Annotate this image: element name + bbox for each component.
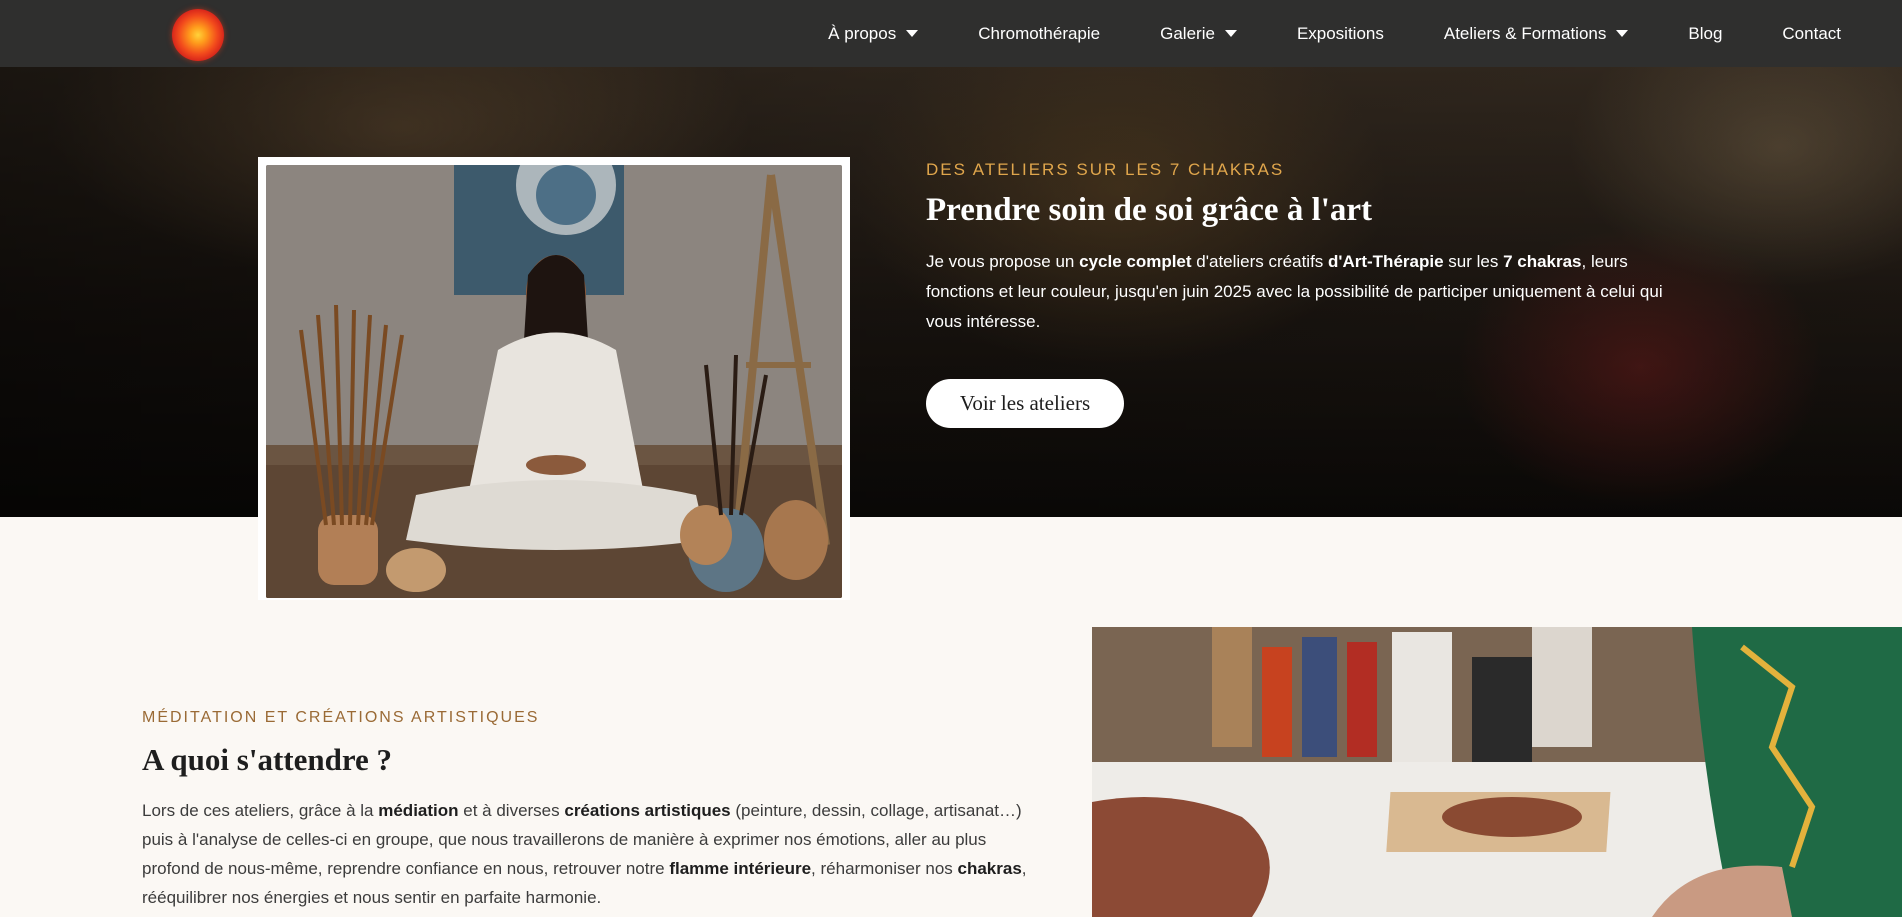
menu-item-label: Expositions [1296,23,1384,43]
hero-title: Prendre soin de soi grâce à l'art [926,192,1373,228]
menu-item-a-propos[interactable]: À propos [828,23,919,44]
logo-sun-icon[interactable] [172,9,224,61]
menu-item-chromotherapie[interactable]: Chromothérapie [978,24,1100,44]
menu-item-expositions[interactable]: Expositions [1297,24,1384,44]
menu-item-contact[interactable]: Contact [1782,24,1841,44]
text-bold: d'Art-Thérapie [1328,252,1444,271]
text-bold: cycle complet [1079,252,1192,271]
hero-eyebrow: DES ATELIERS SUR LES 7 CHAKRAS [926,160,1285,179]
text-run: Lors de ces ateliers, grâce à la [142,801,379,820]
text-run: d'ateliers créatifs [1191,252,1329,271]
section-title: A quoi s'attendre ? [142,742,393,777]
hero-description: Je vous propose un cycle complet d'ateli… [926,247,1666,337]
menu-item-label: À propos [828,23,897,43]
menu-item-galerie[interactable]: Galerie [1160,24,1237,44]
caret-down-icon [1616,30,1629,37]
menu-item-label: Contact [1782,23,1841,43]
text-bold: médiation [378,801,459,820]
text-bold: chakras [957,859,1022,878]
meditation-illustration [266,165,842,598]
text-bold: flamme intérieure [669,859,812,878]
main-menu: À propos Chromothérapie Galerie Expositi… [828,0,1841,67]
workshop-illustration [1092,627,1902,917]
menu-item-label: Blog [1688,23,1723,43]
workshop-photo [1092,627,1902,917]
menu-item-label: Galerie [1160,23,1215,43]
text-run: , réharmoniser nos [811,859,958,878]
menu-item-ateliers-formations[interactable]: Ateliers & Formations [1444,24,1629,44]
meditation-photo [266,165,842,598]
section-description: Lors de ces ateliers, grâce à la médiati… [142,796,1027,912]
menu-item-blog[interactable]: Blog [1688,24,1722,44]
text-run: sur les [1443,252,1504,271]
menu-item-label: Ateliers & Formations [1443,23,1607,43]
text-run: Je vous propose un [926,252,1080,271]
voir-les-ateliers-button[interactable]: Voir les ateliers [926,379,1124,428]
menu-item-label: Chromothérapie [978,23,1101,43]
section-eyebrow: MÉDITATION ET CRÉATIONS ARTISTIQUES [142,709,540,726]
caret-down-icon [906,30,919,37]
text-run: et à diverses [458,801,565,820]
top-navbar: À propos Chromothérapie Galerie Expositi… [0,0,1902,67]
caret-down-icon [1224,30,1237,37]
text-bold: créations artistiques [564,801,731,820]
text-bold: 7 chakras [1503,252,1582,271]
